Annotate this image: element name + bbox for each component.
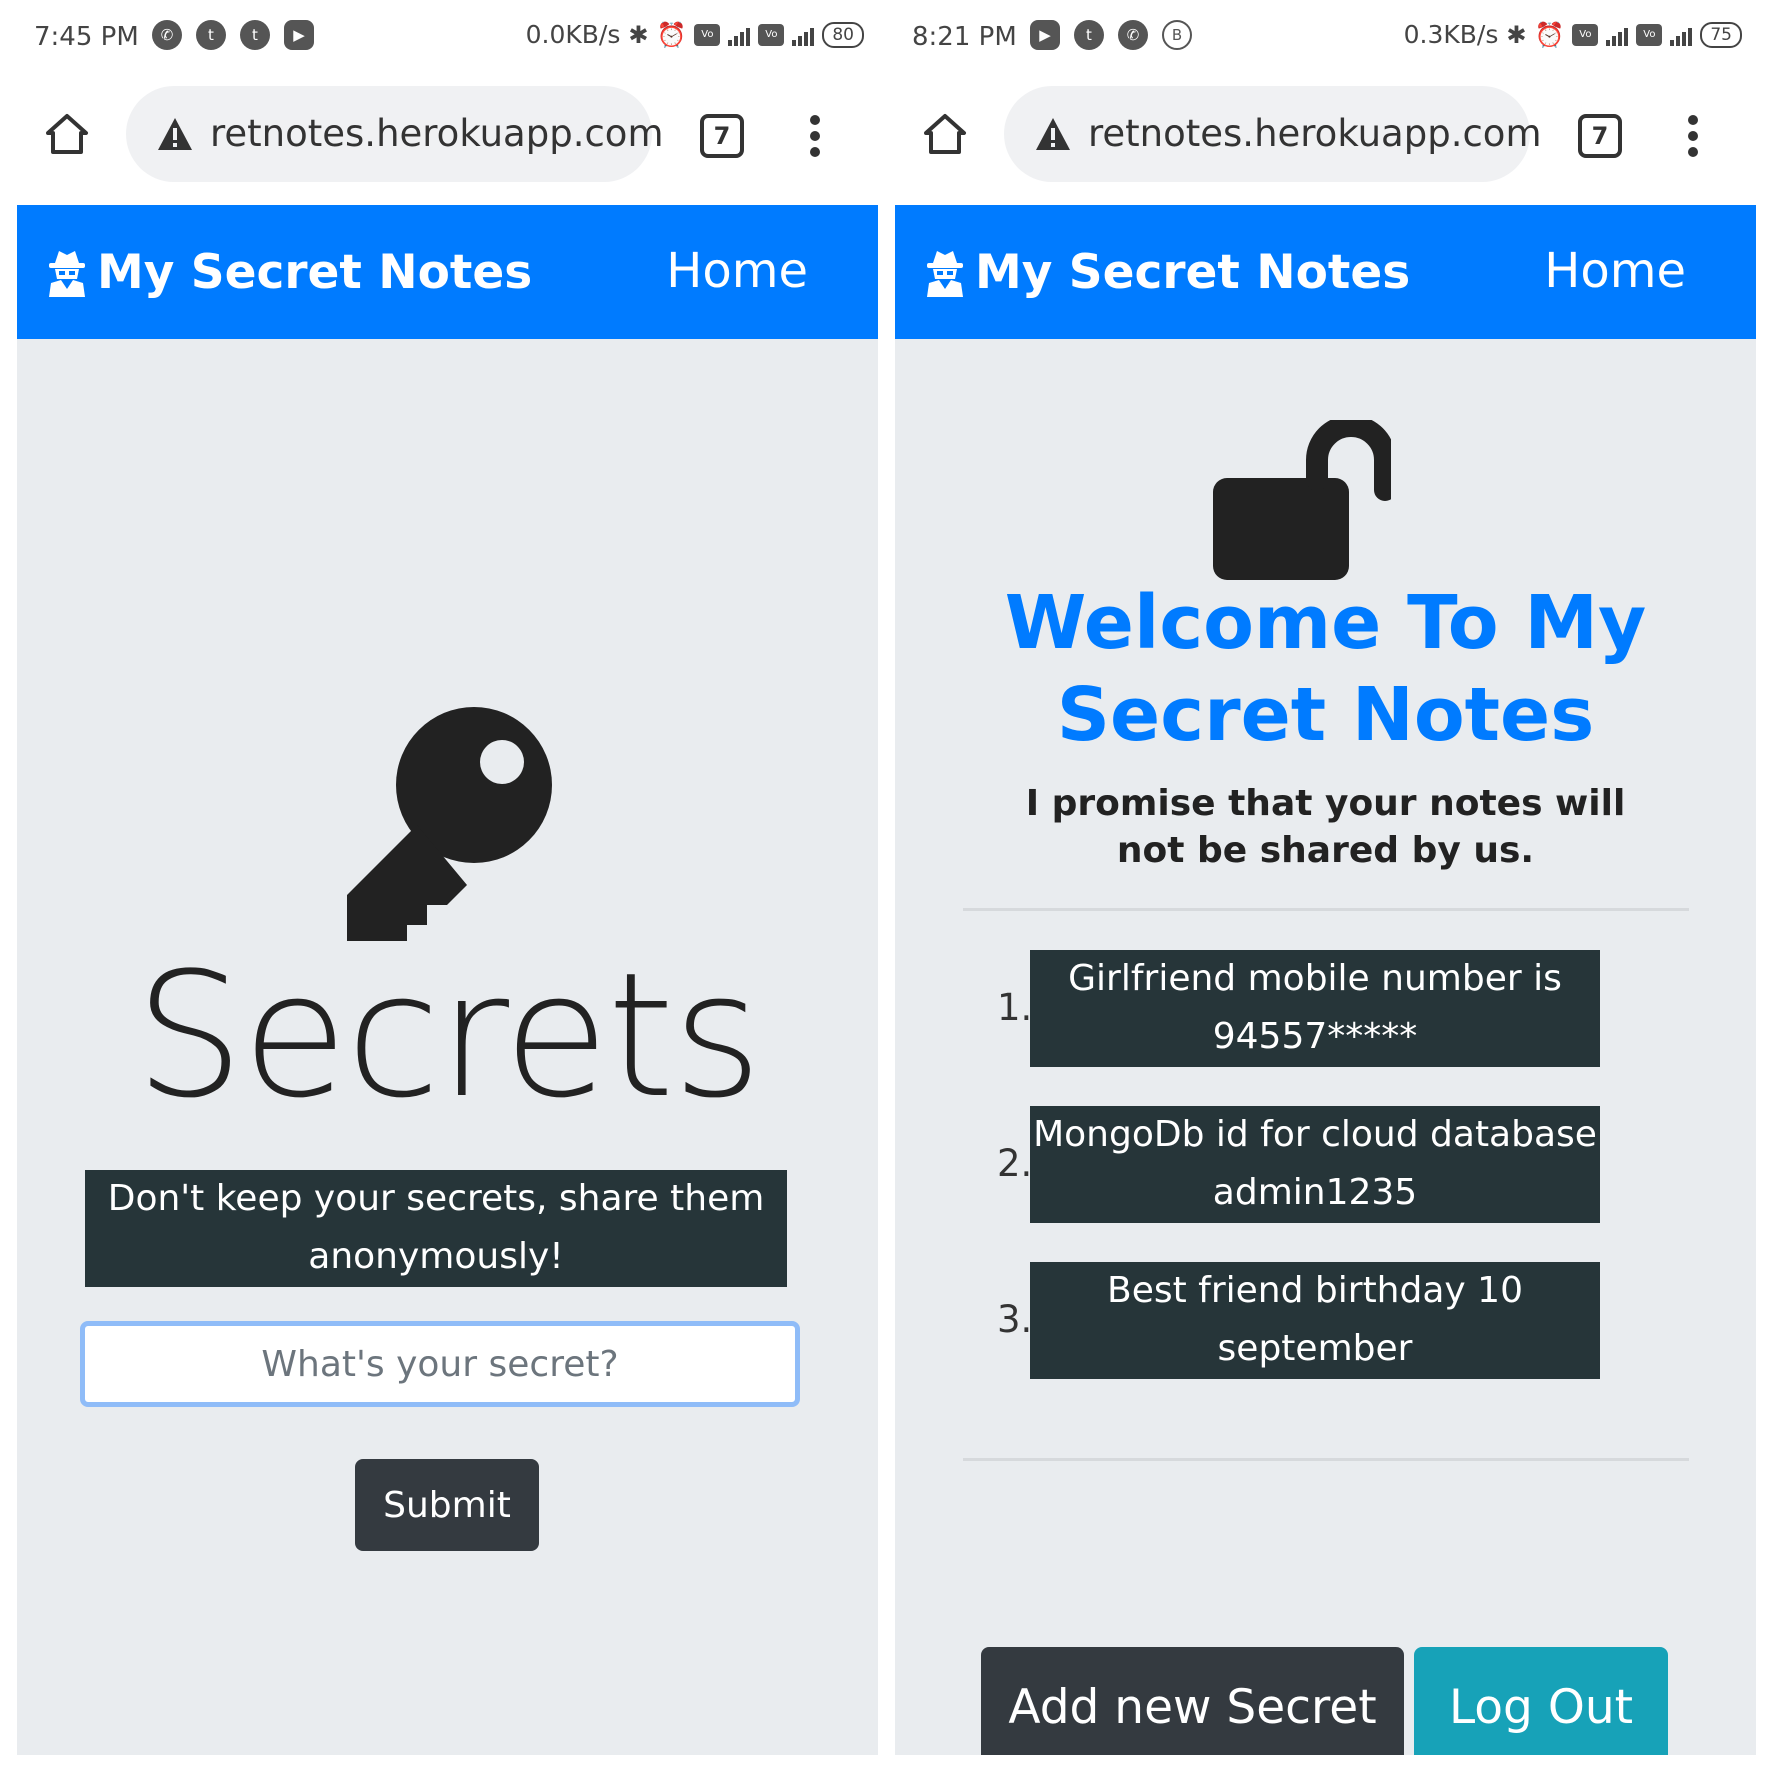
tab-switcher-button[interactable]: 7 <box>700 114 744 158</box>
left-phone-screen: 7:45 PM ✆ t t ▶ 0.0KB/s ✱ ⏰ Vo Vo 80 ret… <box>0 0 878 1773</box>
browser-toolbar: retnotes.herokuapp.com 7 <box>878 78 1756 204</box>
right-phone-screen: 8:21 PM ▶ t ✆ B 0.3KB/s ✱ ⏰ Vo Vo 75 ret… <box>878 0 1756 1773</box>
youtube-icon: ▶ <box>284 20 314 50</box>
brand-link[interactable]: My Secret Notes <box>47 245 532 300</box>
youtube-icon: ▶ <box>1030 20 1060 50</box>
navbar: My Secret Notes Home <box>17 205 878 339</box>
battery-indicator: 75 <box>1700 21 1742 48</box>
list-number: 2. <box>997 1142 1033 1185</box>
signal-icon <box>1606 24 1629 46</box>
note-text: Girlfriend mobile number is 94557***** <box>1030 950 1600 1067</box>
alarm-icon: ⏰ <box>1534 20 1565 49</box>
unlock-icon <box>1213 420 1391 580</box>
url-text: retnotes.herokuapp.com <box>210 112 664 155</box>
secret-input[interactable] <box>80 1321 800 1407</box>
twitter-icon: t <box>1074 20 1104 50</box>
divider <box>963 908 1689 911</box>
alarm-icon: ⏰ <box>656 20 687 49</box>
notification-icons: ▶ t ✆ B <box>1030 20 1192 50</box>
whatsapp-icon: ✆ <box>1118 20 1148 50</box>
user-secret-icon <box>927 250 963 297</box>
home-icon[interactable] <box>922 111 968 157</box>
web-page: My Secret Notes Home Welcome To My Secre… <box>895 205 1756 1755</box>
key-icon <box>347 707 552 941</box>
nav-home-link[interactable]: Home <box>666 243 808 299</box>
add-secret-button[interactable]: Add new Secret <box>981 1647 1404 1755</box>
navbar: My Secret Notes Home <box>895 205 1756 339</box>
url-text: retnotes.herokuapp.com <box>1088 112 1542 155</box>
logout-button[interactable]: Log Out <box>1414 1647 1668 1755</box>
system-status: 0.3KB/s ✱ ⏰ Vo Vo 75 <box>1404 20 1742 49</box>
more-options-icon[interactable] <box>808 114 822 158</box>
tab-switcher-button[interactable]: 7 <box>1578 114 1622 158</box>
submit-button[interactable]: Submit <box>355 1459 539 1551</box>
status-bar: 8:21 PM ▶ t ✆ B 0.3KB/s ✱ ⏰ Vo Vo 75 <box>878 0 1756 78</box>
battery-indicator: 80 <box>822 21 864 48</box>
signal-icon <box>728 24 751 46</box>
warning-icon <box>158 118 192 150</box>
status-bar: 7:45 PM ✆ t t ▶ 0.0KB/s ✱ ⏰ Vo Vo 80 <box>0 0 878 78</box>
promise-text: I promise that your notes will not be sh… <box>1025 783 1626 871</box>
more-options-icon[interactable] <box>1686 114 1700 158</box>
list-number: 1. <box>997 986 1033 1029</box>
volte-icon: Vo <box>1636 23 1663 46</box>
bluetooth-icon: ✱ <box>1506 20 1527 49</box>
web-page: My Secret Notes Home Secrets Don't keep … <box>17 205 878 1755</box>
network-speed: 0.0KB/s <box>525 20 621 49</box>
note-text: MongoDb id for cloud database admin1235 <box>1030 1106 1600 1223</box>
signal-icon <box>792 24 815 46</box>
volte-icon: Vo <box>758 23 785 46</box>
tagline: Don't keep your secrets, share them anon… <box>85 1170 787 1287</box>
list-number: 3. <box>997 1298 1033 1341</box>
brand-text: My Secret Notes <box>975 245 1411 300</box>
brand-text: My Secret Notes <box>97 245 533 300</box>
address-bar[interactable]: retnotes.herokuapp.com <box>126 86 664 182</box>
brand-link[interactable]: My Secret Notes <box>925 245 1410 300</box>
notification-icons: ✆ t t ▶ <box>152 20 314 50</box>
signal-icon <box>1670 24 1693 46</box>
volte-icon: Vo <box>1572 23 1599 46</box>
divider <box>963 1458 1689 1461</box>
status-time: 7:45 PM <box>34 22 139 52</box>
volte-icon: Vo <box>694 23 721 46</box>
status-time: 8:21 PM <box>912 22 1017 52</box>
welcome-heading: Welcome To My Secret Notes <box>1004 580 1647 758</box>
home-icon[interactable] <box>44 111 90 157</box>
network-speed: 0.3KB/s <box>1403 20 1499 49</box>
address-bar[interactable]: retnotes.herokuapp.com <box>1004 86 1542 182</box>
twitter-icon: t <box>240 20 270 50</box>
system-status: 0.0KB/s ✱ ⏰ Vo Vo 80 <box>526 20 864 49</box>
list-item: 1. Girlfriend mobile number is 94557****… <box>963 950 1689 1068</box>
page-title: Secrets <box>134 935 762 1136</box>
list-item: 3. Best friend birthday 10 september <box>963 1262 1689 1380</box>
bluetooth-icon: ✱ <box>628 20 649 49</box>
user-secret-icon <box>49 250 85 297</box>
nav-home-link[interactable]: Home <box>1544 243 1686 299</box>
list-item: 2. MongoDb id for cloud database admin12… <box>963 1106 1689 1224</box>
twitter-icon: t <box>196 20 226 50</box>
b-icon: B <box>1162 20 1192 50</box>
warning-icon <box>1036 118 1070 150</box>
note-text: Best friend birthday 10 september <box>1030 1262 1600 1379</box>
browser-toolbar: retnotes.herokuapp.com 7 <box>0 78 878 204</box>
whatsapp-icon: ✆ <box>152 20 182 50</box>
